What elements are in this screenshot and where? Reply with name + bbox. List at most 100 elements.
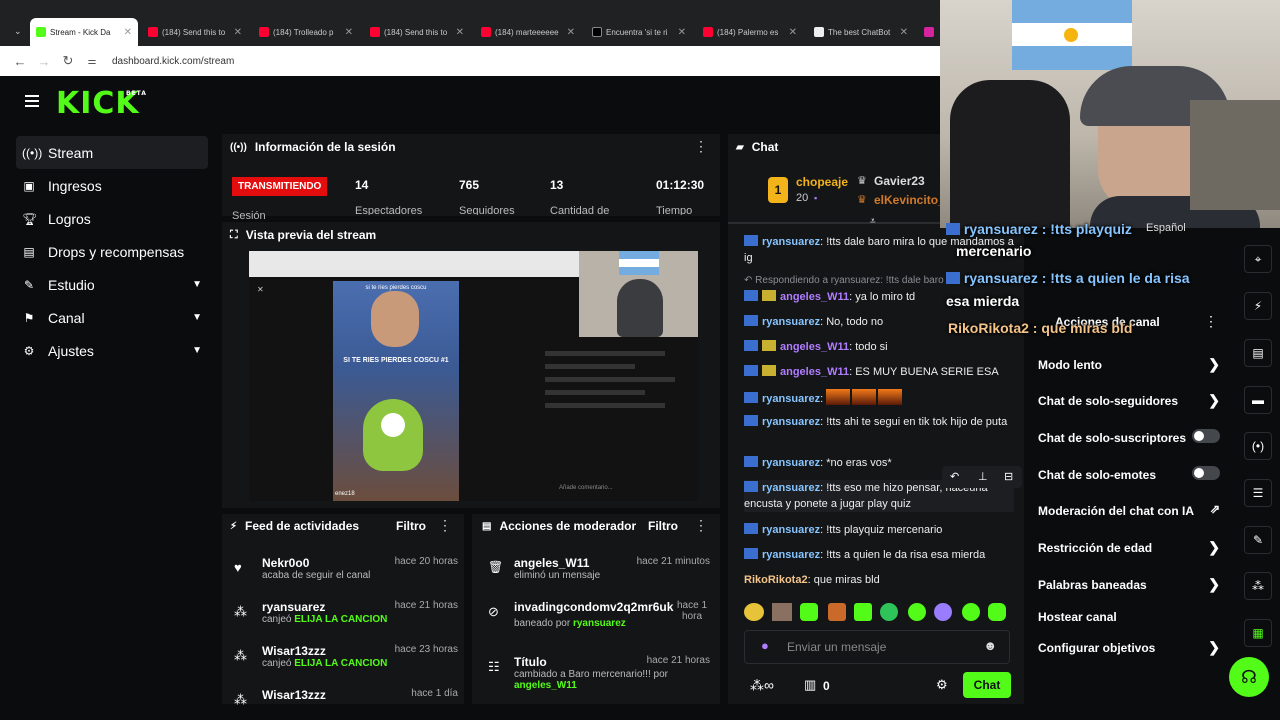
close-tab-icon[interactable]: ✕ [678,27,692,38]
tab-list-chevron-icon[interactable]: ⌄ [14,26,22,37]
support-headset-icon[interactable]: ☊ [1229,657,1269,697]
setting-banned-words[interactable]: Palabras baneadas ❯ [1038,576,1220,592]
emotes-only-toggle[interactable] [1192,466,1220,480]
preview-close-icon[interactable]: ✕ [257,285,264,294]
chat-username[interactable]: ryansuarez [762,524,820,536]
emoji-icon[interactable]: ☻ [983,638,997,653]
mod-action-user[interactable]: invadingcondomv2q2mr6uk [514,600,680,614]
emote-icon[interactable] [854,603,872,621]
emote-icon[interactable] [880,603,898,621]
setting-ai-moderation[interactable]: Moderación del chat con IA ⇗ [1038,502,1220,518]
browser-tab[interactable]: (184) Palermo es ✕ [697,18,803,46]
sidebar-item-stream[interactable]: ((•)) Stream [16,136,208,169]
sidebar-item-estudio[interactable]: ✎ Estudio ▼ [16,268,208,301]
tab-label: Stream - Kick Da [50,27,111,37]
top-gifter-name[interactable]: chopeaje [796,175,848,189]
browser-tab[interactable]: (184) Send this to ✕ [142,18,248,46]
setting-age-restriction[interactable]: Restricción de edad ❯ [1038,539,1220,555]
emote-icon[interactable] [744,603,764,621]
browser-tab[interactable]: Encuentra 'si te ri ✕ [586,18,692,46]
sidebar-item-logros[interactable]: 🏆︎ Logros [16,202,208,235]
more-options-icon[interactable]: ⋮ [438,517,452,534]
sliders-icon[interactable]: ☰ [1244,479,1272,507]
chat-send-button[interactable]: Chat [963,672,1011,698]
document-icon[interactable]: ▤ [1244,339,1272,367]
chat-username[interactable]: RikoRikota2 [744,574,808,586]
close-tab-icon[interactable]: ✕ [789,27,803,38]
more-options-icon[interactable]: ⋮ [694,138,708,155]
chat-username[interactable]: ryansuarez [762,482,820,494]
chat-username[interactable]: ryansuarez [762,457,820,469]
clapperboard-icon[interactable]: ▦ [1244,619,1272,647]
stream-preview-video[interactable]: si te ries pierdes coscu SI TE RIES PIER… [249,251,698,501]
close-tab-icon[interactable]: ✕ [567,27,581,38]
menu-icon[interactable] [25,95,39,107]
browser-tab-active[interactable]: Stream - Kick Da ✕ [30,18,138,46]
emote-icon[interactable] [934,603,952,621]
mod-action-by[interactable]: ryansuarez [573,618,626,629]
emote-icon[interactable] [988,603,1006,621]
browser-tab[interactable]: (184) Trolleado p ✕ [253,18,359,46]
browser-tab[interactable]: The best ChatBot ✕ [808,18,914,46]
activity-filter-button[interactable]: Filtro [396,519,426,533]
setting-followers-only[interactable]: Chat de solo-seguidores ❯ [1038,392,1220,408]
trash-icon[interactable]: ⊟ [1004,470,1013,483]
points-icon[interactable]: ⁂ [1244,572,1272,600]
browser-tab[interactable]: (184) Send this to ✕ [364,18,470,46]
more-options-icon[interactable]: ⋮ [694,517,708,534]
mod-action-by[interactable]: angeles_W11 [514,680,714,691]
chat-input-box[interactable]: ● Enviar un mensaje ☻ [744,630,1010,664]
sidebar-item-ajustes[interactable]: ⚙ Ajustes ▼ [16,334,208,367]
bank-icon[interactable]: ▥ [804,677,816,693]
target-icon[interactable]: ⌖ [1244,245,1272,273]
emote-icon[interactable] [962,603,980,621]
mod-filter-button[interactable]: Filtro [648,519,678,533]
wrench-icon[interactable]: ✎ [1244,526,1272,554]
close-tab-icon[interactable]: ✕ [234,27,248,38]
emote-icon[interactable] [772,603,792,621]
chat-bubble-icon[interactable]: ▬ [1244,386,1272,414]
emote-icon[interactable] [800,603,818,621]
collapse-icon[interactable]: ⩡ [870,216,876,227]
microphone-icon[interactable]: ● [761,638,769,653]
setting-goals[interactable]: Configurar objetivos ❯ [1038,639,1220,655]
close-tab-icon[interactable]: ✕ [124,27,138,38]
url-field[interactable]: dashboard.kick.com/stream [112,56,234,67]
subscribers-only-toggle[interactable] [1192,429,1220,443]
reload-icon[interactable]: ↻ [56,53,80,69]
setting-host-channel[interactable]: Hostear canal [1038,610,1220,624]
lightning-icon[interactable]: ⚡︎ [1244,292,1272,320]
chat-username[interactable]: ryansuarez [762,316,820,328]
back-arrow-icon[interactable]: ← [8,54,32,69]
reply-icon[interactable]: ↶ [950,470,959,483]
site-settings-icon[interactable]: ⚌ [80,56,104,67]
chat-username[interactable]: angeles_W11 [780,366,849,378]
browser-tab[interactable]: (184) marteeeeee ✕ [475,18,581,46]
chat-username[interactable]: angeles_W11 [780,291,849,303]
sidebar-item-canal[interactable]: ⚑ Canal ▼ [16,301,208,334]
gifter-name[interactable]: elKevincito_ [874,193,940,207]
kick-logo[interactable]: KICK BETA [56,86,146,121]
close-tab-icon[interactable]: ✕ [900,27,914,38]
more-options-icon[interactable]: ⋮ [1204,313,1218,330]
emote-icon[interactable] [908,603,926,621]
pin-icon[interactable]: ⊥ [978,470,988,483]
chat-username[interactable]: ryansuarez [762,236,820,248]
gifter-name[interactable]: Gavier23 [874,174,925,188]
setting-slow-mode[interactable]: Modo lento ❯ [1038,356,1220,372]
close-tab-icon[interactable]: ✕ [456,27,470,38]
chat-username[interactable]: angeles_W11 [780,341,849,353]
viewers-value: 14 [355,178,369,192]
points-icon[interactable]: ⁂∞ [750,677,774,694]
close-tab-icon[interactable]: ✕ [345,27,359,38]
chat-settings-gear-icon[interactable]: ⚙ [936,677,948,693]
emote-icon[interactable] [828,603,846,621]
browser-tab-instagram[interactable] [918,18,940,46]
forward-arrow-icon[interactable]: → [32,54,56,69]
chat-username[interactable]: ryansuarez [762,393,820,405]
sidebar-item-ingresos[interactable]: ▣ Ingresos [16,169,208,202]
chat-username[interactable]: ryansuarez [762,549,820,561]
sidebar-item-drops[interactable]: ▤ Drops y recompensas [16,235,208,268]
broadcast-icon[interactable]: (•) [1244,432,1272,460]
chat-username[interactable]: ryansuarez [762,416,820,428]
